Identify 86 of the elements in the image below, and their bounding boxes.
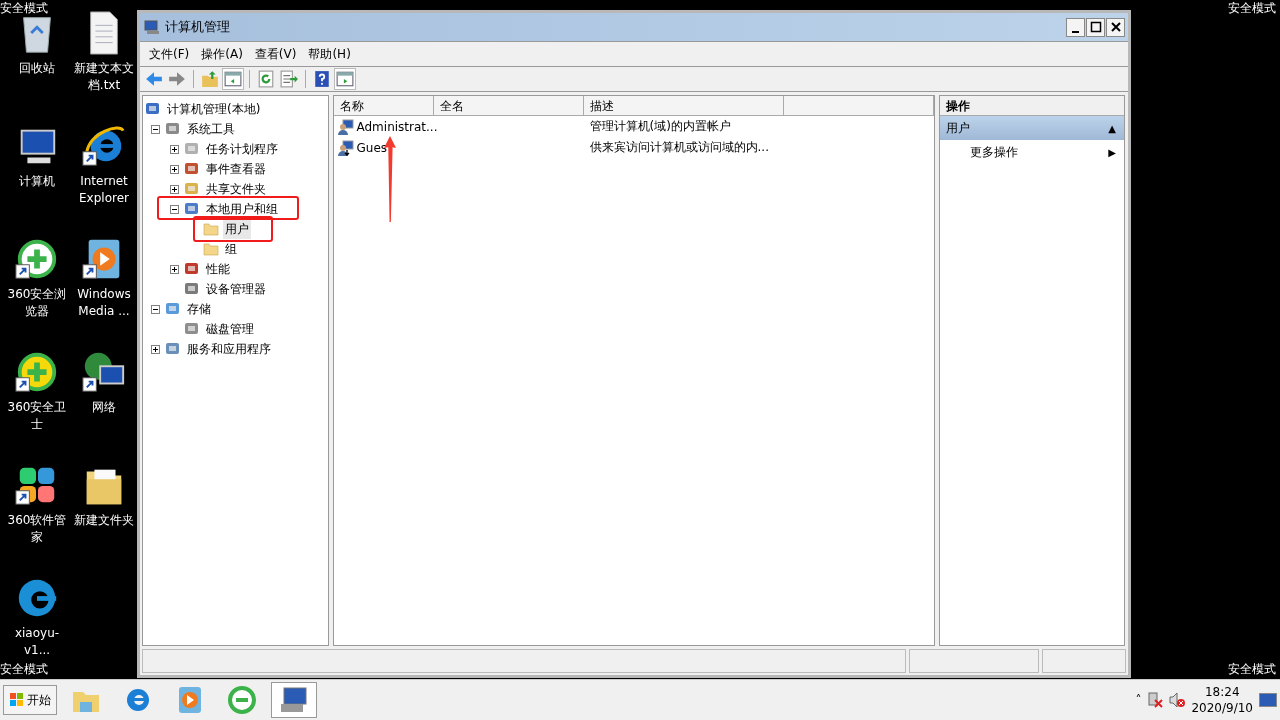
expander-icon[interactable] xyxy=(169,264,179,274)
desktop-icon-label[interactable]: 计算机 xyxy=(4,173,70,190)
maximize-button[interactable] xyxy=(1086,17,1105,37)
tree-item[interactable]: 存储 xyxy=(185,299,213,319)
user-name[interactable]: Gues xyxy=(356,140,388,155)
desktop-icon-label[interactable]: xiaoyu-v1... xyxy=(4,625,70,659)
column-header[interactable]: 描述 xyxy=(583,96,784,116)
desktop-icon-label[interactable]: 360软件管家 xyxy=(4,512,70,546)
tree-item[interactable]: 本地用户和组 xyxy=(204,199,280,219)
user-icon xyxy=(337,139,354,156)
action-pane-icon[interactable] xyxy=(335,69,355,89)
export-list-icon[interactable] xyxy=(279,69,299,89)
node-icon xyxy=(165,301,181,317)
node-icon xyxy=(165,121,181,137)
action-section-header[interactable]: 用户 ▲ xyxy=(939,116,1124,140)
folder-up-icon[interactable] xyxy=(200,69,220,89)
tray-chevron[interactable]: ˄ xyxy=(1135,693,1142,707)
menu-item[interactable]: 帮助(H) xyxy=(303,43,356,65)
node-icon xyxy=(184,321,200,337)
column-header[interactable]: 名称 xyxy=(333,96,434,116)
user-description: 供来宾访问计算机或访问域的内... xyxy=(589,139,769,156)
user-name[interactable]: Administrat... xyxy=(356,119,438,134)
user-description: 管理计算机(域)的内置帐户 xyxy=(589,118,731,135)
action-pane-title: 操作 xyxy=(945,99,970,113)
expander-icon[interactable] xyxy=(169,164,179,174)
expander-icon[interactable] xyxy=(150,344,160,354)
folder-icon xyxy=(203,241,219,257)
desktop-icon-label[interactable]: 新建文件夹 xyxy=(71,512,137,529)
desktop-icon-label[interactable]: 360安全浏览器 xyxy=(4,286,70,320)
minimize-icon xyxy=(1072,30,1079,33)
column-header[interactable]: 全名 xyxy=(433,96,584,116)
network-error-icon[interactable] xyxy=(1147,692,1164,708)
node-icon xyxy=(184,201,200,217)
user-icon xyxy=(337,118,354,135)
clock[interactable]: 18:24 2020/9/10 xyxy=(1191,684,1253,716)
expander-icon[interactable] xyxy=(169,204,179,214)
tree-item[interactable]: 组 xyxy=(223,239,239,259)
tree-item[interactable]: 性能 xyxy=(204,259,232,279)
computer-management-icon xyxy=(144,19,160,35)
safe-mode-label: 安全模式 xyxy=(0,0,48,17)
node-icon xyxy=(165,341,181,357)
desktop-icon-label[interactable]: 网络 xyxy=(71,399,137,416)
tree-item[interactable]: 系统工具 xyxy=(185,119,237,139)
menu-item[interactable]: 查看(V) xyxy=(249,43,302,65)
tree-item[interactable]: 设备管理器 xyxy=(204,279,268,299)
maximize-icon xyxy=(1089,21,1102,33)
start-button[interactable]: 开始 xyxy=(3,685,57,715)
desktop-icon-label[interactable]: 360安全卫士 xyxy=(4,399,70,433)
expander-icon[interactable] xyxy=(150,124,160,134)
desktop-icon-label[interactable]: 回收站 xyxy=(4,60,70,77)
safe-mode-label: 安全模式 xyxy=(1228,0,1276,17)
close-icon xyxy=(1109,21,1122,33)
safe-mode-label: 安全模式 xyxy=(0,661,48,678)
tree-item[interactable]: 磁盘管理 xyxy=(204,319,256,339)
node-icon xyxy=(145,101,161,117)
tree-item[interactable]: 计算机管理(本地) xyxy=(165,99,263,119)
tree-item[interactable]: 事件查看器 xyxy=(204,159,268,179)
browser360-icon xyxy=(226,684,258,716)
expander-icon[interactable] xyxy=(169,184,179,194)
desktop-icon-label[interactable]: Internet Explorer xyxy=(71,173,137,207)
safe-mode-label: 安全模式 xyxy=(1228,661,1276,678)
mmc-taskbar-button[interactable] xyxy=(271,682,317,718)
expander-icon[interactable] xyxy=(169,144,179,154)
windows-logo-icon xyxy=(9,692,25,708)
menu-item[interactable]: 文件(F) xyxy=(144,43,195,65)
minimize-button[interactable] xyxy=(1066,17,1085,37)
help-icon[interactable] xyxy=(312,69,332,89)
tree-item[interactable]: 共享文件夹 xyxy=(204,179,268,199)
node-icon xyxy=(184,161,200,177)
expander-icon[interactable] xyxy=(150,304,160,314)
tree-pane-icon[interactable] xyxy=(223,69,243,89)
node-icon xyxy=(184,281,200,297)
refresh-icon[interactable] xyxy=(256,69,276,89)
speaker-muted-icon[interactable] xyxy=(1169,692,1186,708)
folder-icon xyxy=(203,221,219,237)
desktop-icon-label[interactable]: 新建文本文档.txt xyxy=(71,60,137,94)
tree-item[interactable]: 任务计划程序 xyxy=(204,139,280,159)
node-icon xyxy=(184,181,200,197)
window-title: 计算机管理 xyxy=(165,18,230,36)
close-button[interactable] xyxy=(1106,17,1125,37)
node-icon xyxy=(184,261,200,277)
tree-item[interactable]: 服务和应用程序 xyxy=(185,339,273,359)
menu-item[interactable]: 操作(A) xyxy=(196,43,248,65)
node-icon xyxy=(184,141,200,157)
action-item[interactable]: 更多操作 ▶ xyxy=(939,140,1124,164)
desktop-icon-label[interactable]: Windows Media ... xyxy=(71,286,137,320)
